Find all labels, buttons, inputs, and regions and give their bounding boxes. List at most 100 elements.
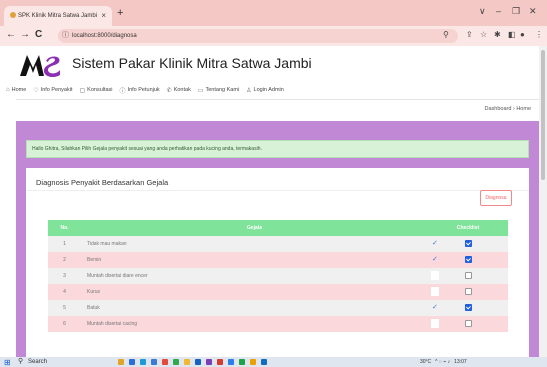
table-row: 2 Bersin ✓ bbox=[48, 252, 508, 268]
table-row: 6 Muntah disertai cacing bbox=[48, 316, 508, 332]
row-gejala: Bersin bbox=[81, 252, 428, 268]
header-checklist: Checklist bbox=[428, 220, 508, 236]
main-navigation: ⌂ Home ♡ Info Penyakit ▢ Konsultasi ⓘ Info P… bbox=[6, 84, 284, 96]
menu-icon[interactable]: ⋮ bbox=[535, 30, 543, 39]
card-divider bbox=[26, 190, 529, 191]
app-icon[interactable] bbox=[129, 359, 135, 365]
row-checklist: ✓ bbox=[428, 300, 508, 316]
favicon-icon bbox=[10, 12, 16, 18]
windows-start-icon[interactable]: ⊞ bbox=[4, 358, 11, 367]
row-gejala: Muntah disertai diare encer bbox=[81, 268, 428, 284]
app-icon[interactable] bbox=[118, 359, 124, 365]
browser-tab[interactable]: SPK Klinik Mitra Satwa Jambi × bbox=[4, 6, 112, 26]
check-mark-icon: ✓ bbox=[432, 304, 438, 311]
app-icon[interactable] bbox=[173, 359, 179, 365]
page-scrollbar[interactable] bbox=[539, 46, 547, 357]
table-row: 4 Kurus bbox=[48, 284, 508, 300]
taskbar-apps bbox=[118, 359, 267, 365]
app-icon[interactable] bbox=[140, 359, 146, 365]
tray-icons[interactable]: ^ ◌ ⌁ ♪ bbox=[435, 357, 450, 367]
symptom-checkbox[interactable] bbox=[465, 256, 472, 263]
url-input[interactable]: ⓘ localhost:8000/diagnosa bbox=[58, 29, 458, 43]
row-gejala: Tidak mau makan bbox=[81, 236, 428, 252]
document-icon: ▢ bbox=[79, 87, 86, 94]
breadcrumb: Dashboard › Home bbox=[485, 106, 532, 112]
row-number: 6 bbox=[48, 316, 81, 332]
extensions-icon[interactable]: ✱ bbox=[494, 30, 501, 39]
breadcrumb-separator: › bbox=[512, 106, 515, 112]
check-mark-icon: ✓ bbox=[432, 256, 438, 263]
symptom-checkbox[interactable] bbox=[465, 304, 472, 311]
table-row: 3 Muntah disertai diare encer bbox=[48, 268, 508, 284]
nav-info-petunjuk[interactable]: ⓘ Info Petunjuk bbox=[120, 86, 160, 95]
app-icon[interactable] bbox=[151, 359, 157, 365]
breadcrumb-dashboard[interactable]: Dashboard bbox=[485, 106, 512, 112]
scrollbar-thumb[interactable] bbox=[541, 50, 545, 180]
symptom-table: No. Gejala Checklist 1 Tidak mau makan ✓ 2 B… bbox=[48, 220, 508, 332]
phone-icon: ✆ bbox=[166, 87, 172, 94]
sidebar-icon[interactable]: ◧ bbox=[508, 30, 516, 39]
empty-cell bbox=[431, 319, 439, 328]
maximize-icon[interactable]: ❐ bbox=[512, 6, 520, 17]
system-tray: 30°C ^ ◌ ⌁ ♪ 13:07 bbox=[420, 357, 467, 367]
nav-tentang-kami[interactable]: ▭ Tentang Kami bbox=[198, 87, 239, 94]
nav-home[interactable]: ⌂ Home bbox=[6, 87, 26, 93]
row-number: 2 bbox=[48, 252, 81, 268]
row-number: 4 bbox=[48, 284, 81, 300]
minimize-icon[interactable]: – bbox=[496, 6, 501, 16]
site-info-icon[interactable]: ⓘ bbox=[62, 29, 69, 43]
tab-close-icon[interactable]: × bbox=[101, 11, 106, 20]
heart-icon: ♡ bbox=[33, 87, 39, 94]
nav-kontak[interactable]: ✆ Kontak bbox=[167, 87, 191, 94]
nav-konsultasi[interactable]: ▢ Konsultasi bbox=[79, 87, 112, 94]
app-icon[interactable] bbox=[239, 359, 245, 365]
app-icon[interactable] bbox=[184, 359, 190, 365]
app-icon[interactable] bbox=[217, 359, 223, 365]
address-bar: ← → C ⓘ localhost:8000/diagnosa ⚲ ⇪ ☆ ✱ … bbox=[0, 26, 547, 46]
site-title: Sistem Pakar Klinik Mitra Satwa Jambi bbox=[72, 55, 312, 71]
check-mark-icon: ✓ bbox=[432, 240, 438, 247]
reload-icon[interactable]: C bbox=[35, 29, 42, 40]
back-icon[interactable]: ← bbox=[6, 29, 16, 40]
row-gejala: Muntah disertai cacing bbox=[81, 316, 428, 332]
app-icon[interactable] bbox=[206, 359, 212, 365]
share-icon[interactable]: ⇪ bbox=[466, 30, 473, 39]
row-gejala: Batuk bbox=[81, 300, 428, 316]
breadcrumb-home: Home bbox=[516, 106, 531, 112]
user-icon: ♙ bbox=[246, 87, 252, 94]
app-icon[interactable] bbox=[250, 359, 256, 365]
app-icon[interactable] bbox=[228, 359, 234, 365]
tab-search-icon[interactable]: ∨ bbox=[479, 6, 486, 17]
table-header-row: No. Gejala Checklist bbox=[48, 220, 508, 236]
symptom-checkbox[interactable] bbox=[465, 320, 472, 327]
symptom-checkbox[interactable] bbox=[465, 240, 472, 247]
taskbar-search[interactable]: ⚲ Search bbox=[16, 357, 88, 367]
app-icon[interactable] bbox=[162, 359, 168, 365]
diagnosa-button[interactable]: Diagnosa bbox=[480, 190, 512, 206]
weather-text[interactable]: 30°C bbox=[420, 357, 431, 367]
bookmark-star-icon[interactable]: ☆ bbox=[480, 30, 487, 39]
header-gejala: Gejala bbox=[81, 220, 428, 236]
app-icon[interactable] bbox=[195, 359, 201, 365]
breadcrumb-bar: Dashboard › Home bbox=[16, 99, 539, 121]
app-icon[interactable] bbox=[261, 359, 267, 365]
close-window-icon[interactable]: ✕ bbox=[529, 6, 537, 17]
nav-info-penyakit[interactable]: ♡ Info Penyakit bbox=[33, 87, 72, 94]
forward-icon[interactable]: → bbox=[20, 29, 30, 40]
new-tab-icon[interactable]: + bbox=[117, 7, 123, 19]
symptom-checkbox[interactable] bbox=[465, 272, 472, 279]
row-checklist bbox=[428, 268, 508, 284]
search-icon: ⚲ bbox=[18, 358, 24, 365]
symptom-checkbox[interactable] bbox=[465, 288, 472, 295]
row-number: 1 bbox=[48, 236, 81, 252]
zoom-icon[interactable]: ⚲ bbox=[443, 30, 449, 39]
nav-login-admin[interactable]: ♙ Login Admin bbox=[246, 87, 284, 94]
profile-avatar-icon[interactable]: ● bbox=[520, 30, 525, 39]
diagnosis-card: Diagnosis Penyakit Berdasarkan Gejala Di… bbox=[26, 168, 529, 357]
url-text: localhost:8000/diagnosa bbox=[72, 33, 137, 39]
home-icon: ⌂ bbox=[6, 87, 10, 93]
logo-icon bbox=[20, 55, 60, 78]
row-checklist: ✓ bbox=[428, 236, 508, 252]
clock-text[interactable]: 13:07 bbox=[454, 357, 467, 367]
card-title: Diagnosis Penyakit Berdasarkan Gejala bbox=[36, 178, 169, 187]
